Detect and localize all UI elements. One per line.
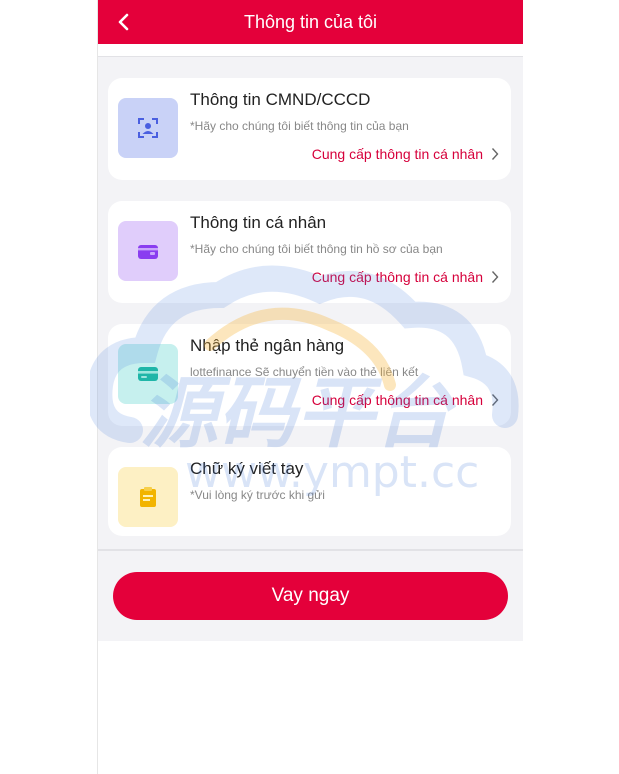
main-content: Thông tin CMND/CCCD *Hãy cho chúng tôi b… bbox=[98, 56, 523, 641]
provide-info-link[interactable]: Cung cấp thông tin cá nhân bbox=[312, 392, 499, 408]
page-title: Thông tin của tôi bbox=[243, 12, 378, 32]
card-bank-card[interactable]: Nhập thẻ ngân hàng lottefinance Sẽ chuyể… bbox=[108, 324, 511, 426]
card-id-info[interactable]: Thông tin CMND/CCCD *Hãy cho chúng tôi b… bbox=[108, 78, 511, 180]
header-bar: Thông tin của tôi bbox=[98, 0, 523, 44]
provide-info-label: Cung cấp thông tin cá nhân bbox=[311, 392, 483, 408]
card-description: *Hãy cho chúng tôi biết thông tin hồ sơ … bbox=[190, 242, 443, 256]
card-signature[interactable]: Chữ ký viết tay *Vui lòng ký trước khi g… bbox=[108, 447, 511, 536]
card-personal-info[interactable]: Thông tin cá nhân *Hãy cho chúng tôi biế… bbox=[108, 201, 511, 303]
provide-info-link[interactable]: Cung cấp thông tin cá nhân bbox=[312, 269, 499, 285]
bank-card-icon-box bbox=[118, 344, 178, 404]
card-description: lottefinance Sẽ chuyển tiền vào thẻ liên… bbox=[190, 365, 419, 379]
card-title: Chữ ký viết tay bbox=[190, 459, 304, 478]
id-card-icon bbox=[138, 118, 158, 138]
chevron-right-icon bbox=[491, 394, 499, 406]
card-title: Thông tin CMND/CCCD bbox=[190, 90, 371, 109]
chevron-right-icon bbox=[491, 148, 499, 160]
provide-info-label: Cung cấp thông tin cá nhân bbox=[311, 269, 483, 285]
card-title: Thông tin cá nhân bbox=[190, 213, 327, 232]
app-screen: Thông tin của tôi Thông tin CMND/CCCD *H… bbox=[97, 0, 523, 774]
bank-card-icon bbox=[138, 367, 158, 381]
card-description: *Hãy cho chúng tôi biết thông tin của bạ… bbox=[190, 119, 409, 133]
clipboard-icon bbox=[140, 487, 156, 507]
provide-info-link[interactable]: Cung cấp thông tin cá nhân bbox=[312, 146, 499, 162]
id-card-icon-box bbox=[118, 98, 178, 158]
clipboard-icon-box bbox=[118, 467, 178, 527]
wallet-icon-box bbox=[118, 221, 178, 281]
provide-info-label: Cung cấp thông tin cá nhân bbox=[311, 146, 483, 162]
card-description: *Vui lòng ký trước khi gửi bbox=[190, 488, 325, 502]
chevron-right-icon bbox=[491, 271, 499, 283]
borrow-now-button[interactable]: Vay ngay bbox=[113, 572, 508, 620]
section-divider bbox=[98, 549, 523, 551]
card-title: Nhập thẻ ngân hàng bbox=[190, 336, 345, 355]
wallet-icon bbox=[138, 245, 158, 259]
